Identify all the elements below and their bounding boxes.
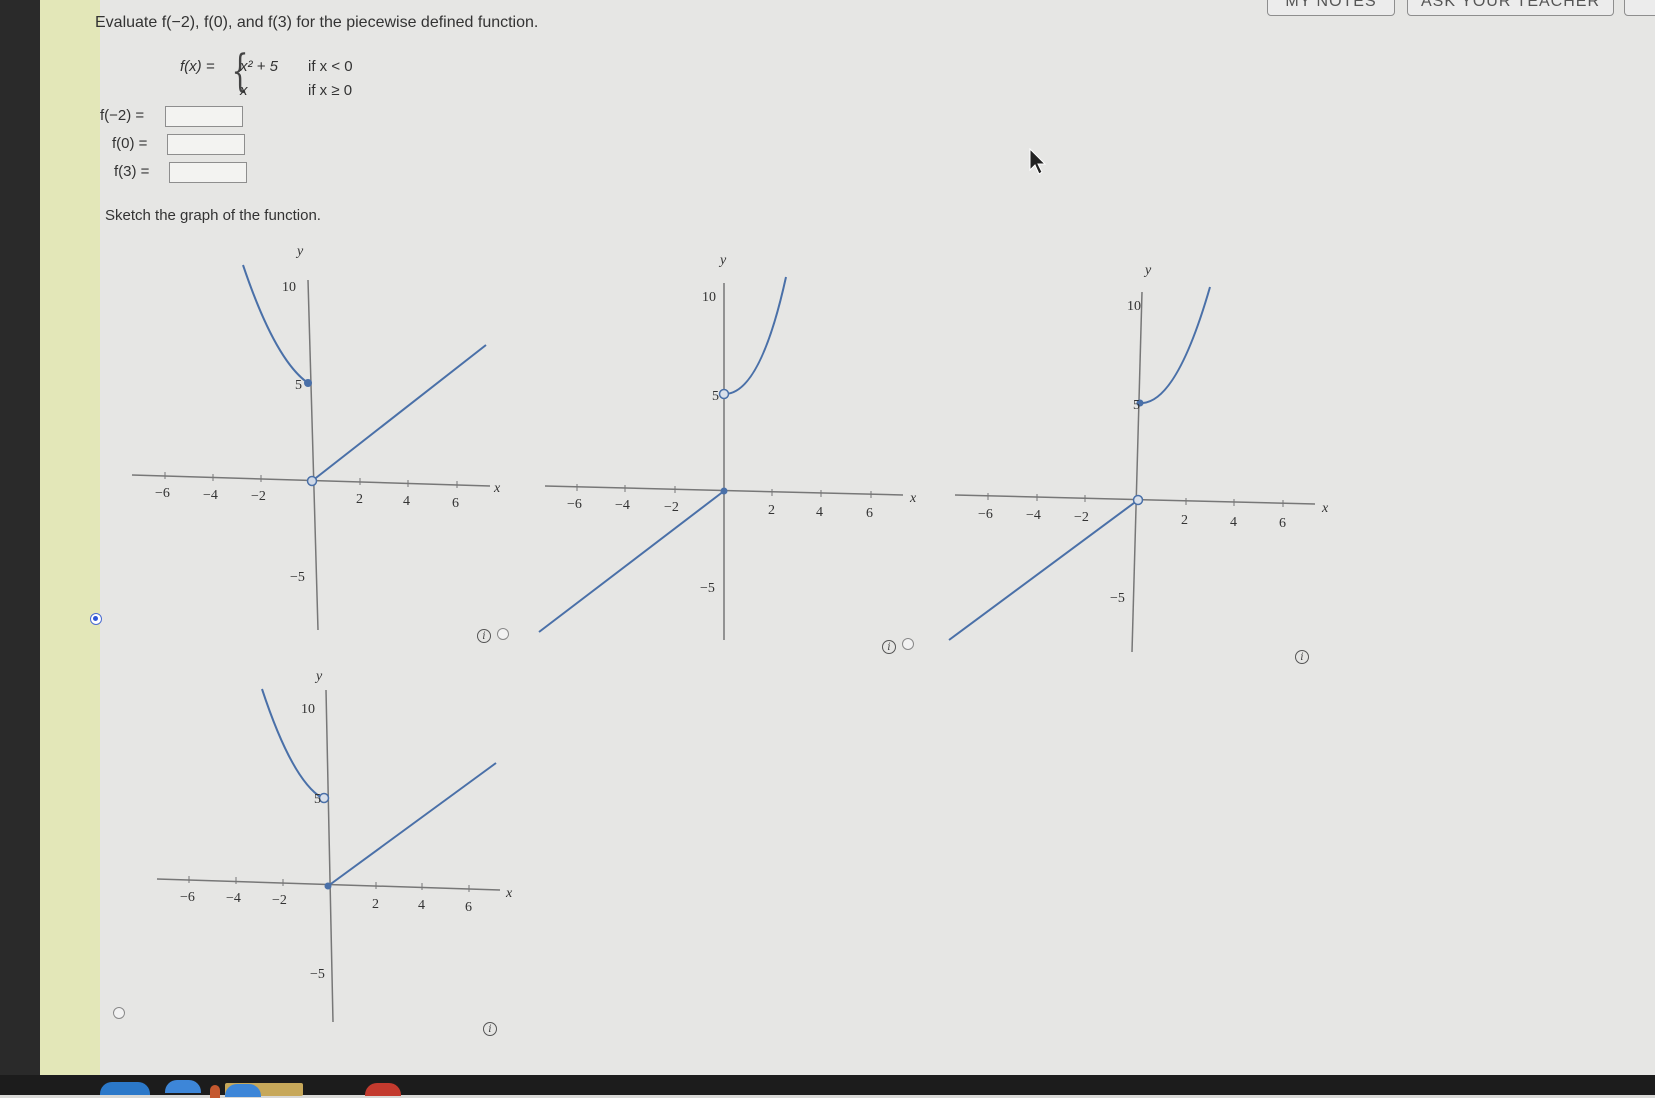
taskbar-app-icon[interactable] (365, 1083, 401, 1096)
graph-d-line (327, 762, 497, 887)
graph-d-tick-6: 6 (465, 900, 472, 915)
taskbar-app-icon[interactable] (225, 1084, 261, 1097)
graph-d-tick-neg4: −4 (226, 891, 241, 906)
info-icon[interactable]: i (1295, 650, 1309, 664)
option-b-radio[interactable] (497, 628, 509, 640)
option-d-radio[interactable] (113, 1007, 125, 1019)
graph-d-tick-neg2: −2 (272, 893, 287, 908)
info-icon[interactable]: i (477, 629, 491, 643)
monitor-bezel (0, 0, 40, 1095)
graph-d-tick-neg5: −5 (310, 967, 325, 982)
mouse-cursor-icon (1029, 148, 1046, 175)
graph-option-d: −6 −4 −2 2 4 6 10 5 −5 x y (156, 669, 513, 1023)
graph-d-tick-10: 10 (301, 702, 315, 717)
graph-d-tick-2: 2 (372, 897, 379, 912)
taskbar-app-icon[interactable] (165, 1080, 201, 1093)
taskbar-app-icon[interactable] (100, 1082, 150, 1095)
option-c-radio[interactable] (902, 638, 914, 650)
info-icon[interactable]: i (483, 1022, 497, 1036)
graph-d-x-label: x (505, 886, 513, 901)
graph-d-tick-4: 4 (418, 898, 425, 913)
graph-d-closed-dot (324, 882, 332, 890)
taskbar (0, 1075, 1655, 1098)
graph-d-tick-5: 5 (314, 792, 321, 807)
taskbar-app-icon[interactable] (210, 1085, 220, 1098)
info-icon[interactable]: i (882, 640, 896, 654)
browser-viewport: MY NOTES ASK YOUR TEACHER Evaluate f(−2)… (40, 0, 1655, 1075)
graph-d-axes (156, 689, 501, 1023)
option-a-radio[interactable] (90, 613, 102, 625)
graph-d-tick-neg6: −6 (180, 890, 195, 905)
graph-d-y-label: y (314, 669, 323, 684)
